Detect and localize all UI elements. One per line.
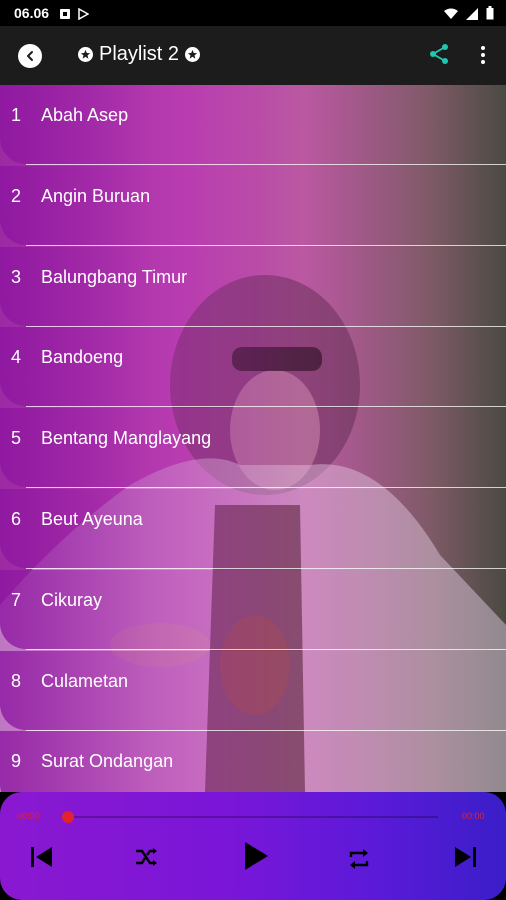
page-title: Playlist 2 [99, 43, 180, 65]
back-icon [27, 51, 33, 61]
battery-icon [486, 6, 494, 23]
seek-thumb[interactable] [62, 811, 74, 823]
divider [26, 487, 506, 488]
track-number: 7 [11, 590, 22, 610]
list-item[interactable]: 1 Abah Asep [0, 85, 506, 165]
current-time: 00:00 [17, 811, 40, 821]
list-item[interactable]: 5 Bentang Manglayang [0, 408, 506, 488]
seek-bar[interactable] [68, 816, 438, 818]
more-vert-icon [481, 46, 485, 50]
share-icon [430, 44, 448, 64]
track-name: Bandoeng [41, 347, 124, 367]
divider [26, 245, 506, 246]
track-number: 9 [11, 751, 22, 771]
playlist-area[interactable]: 1 Abah Asep 2 Angin Buruan 3 Balungbang … [0, 85, 506, 792]
star-icon [78, 47, 93, 62]
track-number: 1 [11, 105, 22, 125]
shuffle-icon [136, 848, 157, 866]
status-time: 06.06 [14, 5, 50, 21]
list-item[interactable]: 3 Balungbang Timur [0, 247, 506, 327]
list-item[interactable]: 4 Bandoeng [0, 327, 506, 407]
previous-button[interactable] [28, 844, 54, 875]
next-button[interactable] [453, 844, 479, 875]
player-bar: 00:00 00:00 [0, 792, 506, 900]
divider [26, 406, 506, 407]
track-name: Cikuray [41, 590, 103, 610]
repeat-button[interactable] [348, 848, 370, 875]
total-time: 00:00 [462, 811, 485, 821]
app-toolbar: Playlist 2 [0, 26, 506, 85]
play-icon [245, 842, 268, 870]
shuffle-button[interactable] [134, 847, 158, 874]
play-store-icon [77, 7, 90, 21]
track-number: 5 [11, 428, 22, 448]
track-number: 3 [11, 267, 22, 287]
back-button[interactable] [18, 44, 42, 68]
track-number: 4 [11, 347, 22, 367]
track-name: Angin Buruan [41, 186, 151, 206]
divider [26, 649, 506, 650]
toolbar-title-group: Playlist 2 [78, 43, 201, 66]
track-name: Surat Ondangan [41, 751, 174, 771]
list-item[interactable]: 8 Culametan [0, 651, 506, 731]
track-name: Bentang Manglayang [41, 428, 212, 448]
track-number: 2 [11, 186, 22, 206]
notification-icon [59, 7, 71, 19]
skip-next-icon [455, 847, 476, 867]
repeat-icon [349, 849, 369, 869]
more-options-button[interactable] [475, 43, 491, 67]
track-name: Culametan [41, 671, 129, 691]
signal-icon [466, 7, 478, 23]
list-item[interactable]: 6 Beut Ayeuna [0, 489, 506, 569]
play-button[interactable] [243, 841, 269, 876]
status-bar: 06.06 [0, 0, 506, 26]
share-button[interactable] [428, 43, 450, 65]
list-item[interactable]: 9 Surat Ondangan [0, 731, 506, 792]
list-item[interactable]: 2 Angin Buruan [0, 166, 506, 246]
list-item[interactable]: 7 Cikuray [0, 570, 506, 650]
divider [26, 568, 506, 569]
track-name: Beut Ayeuna [41, 509, 143, 529]
skip-previous-icon [31, 847, 52, 867]
wifi-icon [444, 7, 458, 23]
star-icon [185, 47, 201, 62]
track-number: 6 [11, 509, 22, 529]
track-number: 8 [11, 671, 22, 691]
track-name: Balungbang Timur [41, 267, 188, 287]
divider [26, 164, 506, 165]
track-name: Abah Asep [41, 105, 129, 125]
